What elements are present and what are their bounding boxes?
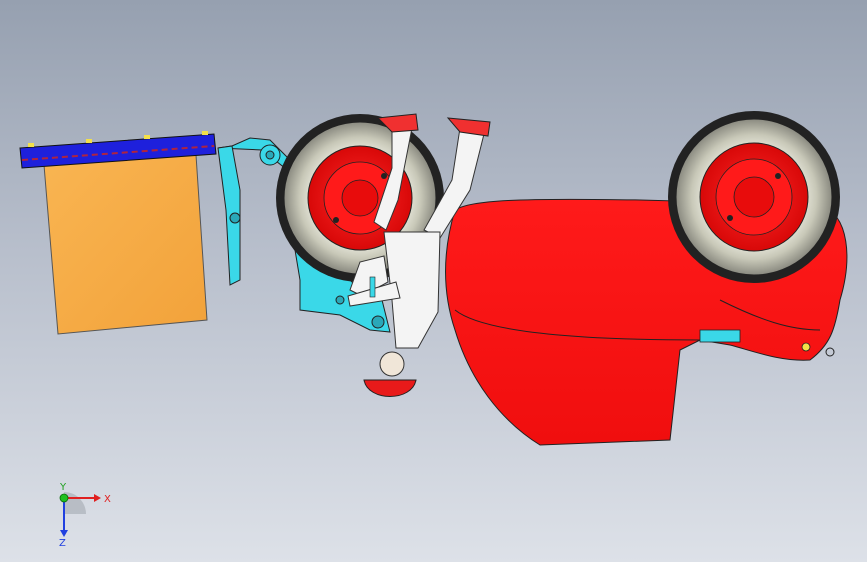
x-axis-label: X <box>104 494 111 505</box>
z-axis-label: Z <box>59 538 66 548</box>
bucket-assembly[interactable] <box>19 131 217 335</box>
bolt-marker <box>202 131 208 135</box>
rear-wheel[interactable] <box>668 111 840 283</box>
loader-model[interactable] <box>0 0 867 562</box>
y-axis <box>59 493 69 503</box>
y-axis-label: Y <box>59 482 67 493</box>
bucket-plate <box>43 154 208 335</box>
bolt-marker <box>28 143 34 147</box>
bolt-marker <box>86 139 92 143</box>
body-marker <box>801 342 811 352</box>
cad-viewport[interactable]: X Y Z <box>0 0 867 562</box>
bolt-marker <box>144 135 150 139</box>
coordinate-triad: X Y Z <box>59 482 111 548</box>
